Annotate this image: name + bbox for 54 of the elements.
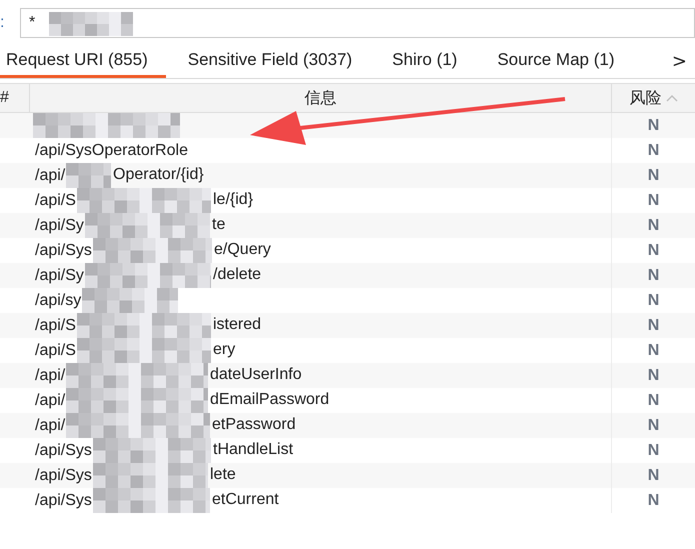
table-cell: etCurrent <box>212 491 279 509</box>
table-cell: /api/S <box>35 342 76 360</box>
table-cell: /api/Sys <box>35 242 92 260</box>
table-cell: e/Query <box>214 241 271 259</box>
table-cell: /api/ <box>35 392 66 410</box>
risk-cell: N <box>648 266 660 284</box>
field-label: : <box>0 14 6 32</box>
risk-cell: N <box>648 492 660 510</box>
table-cell: tHandleList <box>213 441 294 459</box>
filter-field[interactable]: * <box>20 8 695 38</box>
column-header[interactable]: 风险 <box>630 88 662 108</box>
table-cell: ery <box>213 341 236 359</box>
risk-cell: N <box>648 442 660 460</box>
risk-cell: N <box>648 392 660 410</box>
risk-cell: N <box>648 342 660 360</box>
table-cell: /api/ <box>35 166 66 184</box>
scroll-tabs-button[interactable]: > <box>664 44 695 78</box>
tab[interactable]: Source Map (1) <box>487 44 633 78</box>
risk-cell: N <box>648 166 660 184</box>
table-cell: etPassword <box>212 416 296 434</box>
risk-cell: N <box>648 466 660 484</box>
table-cell: /api/sy <box>35 292 82 310</box>
risk-cell: N <box>648 366 660 384</box>
risk-cell: N <box>648 316 660 334</box>
table-cell: /delete <box>213 266 262 284</box>
table-cell: /api/Sys <box>35 442 92 460</box>
risk-cell: N <box>648 216 660 234</box>
risk-cell: N <box>648 116 660 134</box>
risk-cell: N <box>648 416 660 434</box>
table-cell: /api/S <box>35 192 76 210</box>
tab[interactable]: Shiro (1) <box>382 44 476 78</box>
table-cell: dEmailPassword <box>210 391 330 409</box>
column-header[interactable]: 信息 <box>304 88 336 108</box>
table-cell: /api/ <box>35 416 66 434</box>
table-cell: istered <box>213 316 262 334</box>
table-cell: /api/SysOperatorRole <box>35 142 188 160</box>
table-cell: lete <box>210 466 236 484</box>
tab[interactable]: Sensitive Field (3037) <box>178 44 370 78</box>
table-cell: Operator/{id} <box>113 166 204 184</box>
tab[interactable]: Request URI (855) <box>0 44 166 78</box>
risk-cell: N <box>648 292 660 310</box>
table-cell: /api/ <box>35 366 66 384</box>
risk-cell: N <box>648 242 660 260</box>
table-cell: /api/S <box>35 316 76 334</box>
table-cell: dateUserInfo <box>210 366 302 384</box>
table-cell: /api/Sy <box>35 216 84 234</box>
table-cell: te <box>212 216 226 234</box>
table-cell: /api/Sy <box>35 266 84 284</box>
risk-cell: N <box>648 142 660 160</box>
risk-cell: N <box>648 192 660 210</box>
table-cell: /api/Sys <box>35 492 92 510</box>
table-cell: le/{id} <box>213 191 254 209</box>
table-cell: /api/Sys <box>35 466 92 484</box>
column-header[interactable]: # <box>0 89 9 107</box>
